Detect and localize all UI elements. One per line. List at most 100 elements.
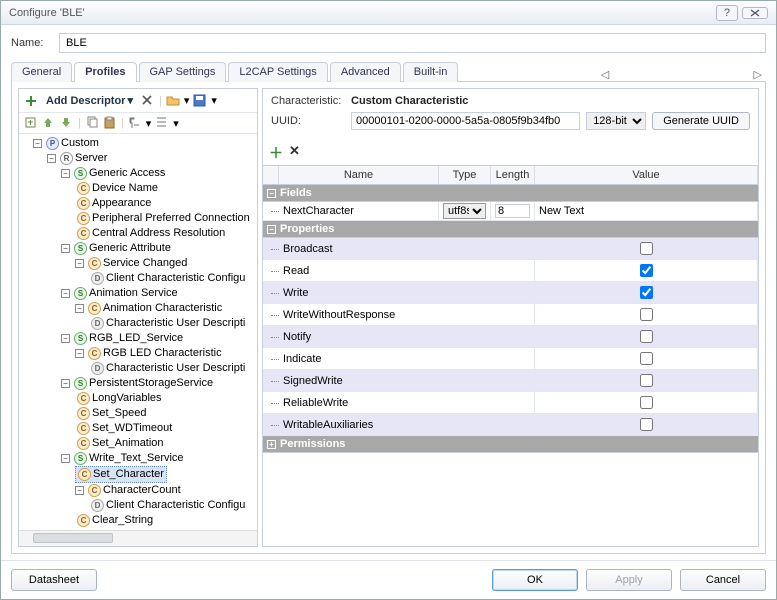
property-row-writableauxiliaries[interactable]: WritableAuxiliaries [263, 414, 758, 436]
expand-toggle[interactable]: − [61, 454, 70, 463]
expand-toggle[interactable]: − [61, 379, 70, 388]
property-checkbox[interactable] [640, 264, 653, 277]
tree-node-set-character[interactable]: CSet_Character [75, 466, 167, 483]
generate-uuid-button[interactable]: Generate UUID [652, 112, 750, 130]
ok-button[interactable]: OK [492, 569, 578, 591]
property-row-reliablewrite[interactable]: ReliableWrite [263, 392, 758, 414]
field-length-input[interactable] [495, 204, 530, 218]
tree-node-appearance[interactable]: CAppearance [75, 196, 153, 211]
add-descriptor-dropdown[interactable]: Add Descriptor ▾ [42, 92, 137, 109]
tree-node-generic-access[interactable]: SGeneric Access [72, 166, 167, 181]
expand-toggle[interactable]: − [61, 169, 70, 178]
section-properties[interactable]: −Properties [263, 221, 758, 238]
tree-node-set-speed[interactable]: CSet_Speed [75, 406, 148, 421]
tree-hscrollbar[interactable] [19, 530, 257, 546]
delete-row-icon[interactable]: ✕ [289, 143, 300, 163]
tab-prev-icon[interactable]: ◁ [597, 68, 613, 81]
property-checkbox[interactable] [640, 330, 653, 343]
tab-gap-settings[interactable]: GAP Settings [139, 62, 227, 82]
expand-toggle[interactable]: − [61, 334, 70, 343]
tab-general[interactable]: General [11, 62, 72, 82]
tab-profiles[interactable]: Profiles [74, 62, 136, 82]
name-input[interactable] [59, 33, 766, 53]
tab-next-icon[interactable]: ▷ [750, 68, 766, 81]
expand-toggle[interactable]: − [75, 349, 84, 358]
tree-node-character-count[interactable]: CCharacterCount [86, 483, 183, 498]
save-dropdown-icon[interactable]: ▾ [211, 94, 217, 107]
tree-node-rgb-service[interactable]: SRGB_LED_Service [72, 331, 185, 346]
tree-node-service-changed[interactable]: CService Changed [86, 256, 189, 271]
open-folder-icon[interactable] [166, 94, 180, 108]
property-checkbox[interactable] [640, 308, 653, 321]
tree-node-rgb-char[interactable]: CRGB LED Characteristic [86, 346, 224, 361]
tree-node-write-text-service[interactable]: SWrite_Text_Service [72, 451, 186, 466]
expand-dropdown-icon[interactable]: ▾ [146, 117, 152, 130]
collapse-dropdown-icon[interactable]: ▾ [173, 117, 179, 130]
property-row-write[interactable]: Write [263, 282, 758, 304]
uuid-bits-select[interactable]: 128-bit [586, 112, 646, 130]
expand-toggle[interactable]: − [61, 244, 70, 253]
help-button[interactable]: ? [716, 5, 738, 21]
property-checkbox[interactable] [640, 286, 653, 299]
section-fields[interactable]: −Fields [263, 185, 758, 202]
expand-toggle[interactable]: − [47, 154, 56, 163]
field-row[interactable]: NextCharacter utf8s New Text [263, 202, 758, 221]
tree-node-device-name[interactable]: CDevice Name [75, 181, 160, 196]
property-row-writewithoutresponse[interactable]: WriteWithoutResponse [263, 304, 758, 326]
field-type-select[interactable]: utf8s [443, 203, 486, 219]
save-icon[interactable] [193, 94, 207, 108]
property-checkbox[interactable] [640, 352, 653, 365]
expand-toggle[interactable]: − [75, 486, 84, 495]
expand-toggle[interactable]: − [75, 304, 84, 313]
tree-node-set-anim[interactable]: CSet_Animation [75, 436, 166, 451]
tree-node-cud-2[interactable]: DCharacteristic User Descripti [89, 361, 247, 376]
tree-node-server[interactable]: RServer [58, 151, 109, 166]
arrow-up-icon[interactable] [42, 116, 56, 130]
tree-node-custom[interactable]: PCustom [44, 136, 101, 151]
tree-node-cud-1[interactable]: DCharacteristic User Descripti [89, 316, 247, 331]
paste-icon[interactable] [103, 116, 117, 130]
uuid-input[interactable] [351, 112, 580, 130]
expand-toggle[interactable]: − [75, 259, 84, 268]
section-permissions[interactable]: +Permissions [263, 436, 758, 453]
property-row-broadcast[interactable]: Broadcast [263, 238, 758, 260]
add-row-icon[interactable]: ＋ [269, 143, 283, 163]
expand-toggle[interactable]: − [33, 139, 42, 148]
tree-node-persist-service[interactable]: SPersistentStorageService [72, 376, 215, 391]
datasheet-button[interactable]: Datasheet [11, 569, 97, 591]
tab-advanced[interactable]: Advanced [330, 62, 401, 82]
arrow-down-icon[interactable] [60, 116, 74, 130]
tree-node-animation-char[interactable]: CAnimation Characteristic [86, 301, 224, 316]
expand-toggle[interactable]: − [61, 289, 70, 298]
tree-node-generic-attribute[interactable]: SGeneric Attribute [72, 241, 173, 256]
property-row-signedwrite[interactable]: SignedWrite [263, 370, 758, 392]
property-checkbox[interactable] [640, 242, 653, 255]
tree-node-longvars[interactable]: CLongVariables [75, 391, 164, 406]
apply-button[interactable]: Apply [586, 569, 672, 591]
tree-node-central-addr[interactable]: CCentral Address Resolution [75, 226, 227, 241]
property-checkbox[interactable] [640, 374, 653, 387]
property-row-read[interactable]: Read [263, 260, 758, 282]
collapse-all-icon[interactable] [155, 116, 169, 130]
tab-l2cap-settings[interactable]: L2CAP Settings [228, 62, 327, 82]
tree-node-set-wd[interactable]: CSet_WDTimeout [75, 421, 174, 436]
chevron-down-icon: ▾ [127, 94, 133, 107]
profile-tree[interactable]: −PCustom −RServer −SGeneric Access CDevi… [19, 134, 257, 530]
expand-all-icon[interactable] [128, 116, 142, 130]
tree-node-cccd-2[interactable]: DClient Characteristic Configu [89, 498, 247, 513]
tree-node-animation-service[interactable]: SAnimation Service [72, 286, 180, 301]
cancel-button[interactable]: Cancel [680, 569, 766, 591]
close-button[interactable] [742, 7, 768, 19]
property-row-indicate[interactable]: Indicate [263, 348, 758, 370]
tree-node-clear-string[interactable]: CClear_String [75, 513, 155, 528]
tree-node-periph-pref[interactable]: CPeripheral Preferred Connection [75, 211, 252, 226]
copy-icon[interactable] [85, 116, 99, 130]
tab-built-in[interactable]: Built-in [403, 62, 459, 82]
property-checkbox[interactable] [640, 396, 653, 409]
property-row-notify[interactable]: Notify [263, 326, 758, 348]
tree-node-cccd-1[interactable]: DClient Characteristic Configu [89, 271, 247, 286]
tree-tool-1-icon[interactable] [24, 116, 38, 130]
folder-dropdown-icon[interactable]: ▾ [184, 94, 190, 107]
property-checkbox[interactable] [640, 418, 653, 431]
delete-icon[interactable] [141, 94, 155, 108]
